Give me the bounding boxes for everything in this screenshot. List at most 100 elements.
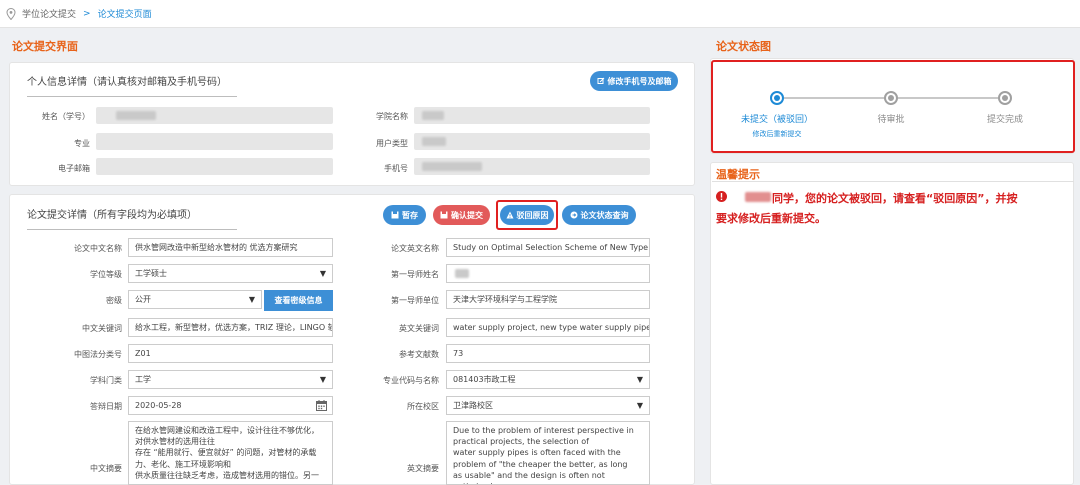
thesis-status-query-button[interactable]: 论文状态查询 — [562, 205, 636, 225]
thesis-title-cn-label: 论文中文名称 — [74, 244, 122, 253]
confirm-submit-button[interactable]: 确认提交 — [433, 205, 490, 225]
step-dot-pending — [884, 91, 898, 105]
step-sub-label: 修改后重新提交 — [752, 130, 802, 138]
major-code-select[interactable]: 081403市政工程 ▼ — [446, 370, 650, 389]
keywords-en-input[interactable]: water supply project, new type water sup… — [446, 318, 650, 337]
dropdown-arrow-icon: ▼ — [636, 375, 643, 384]
step-label-pending: 待审批 — [877, 115, 905, 125]
advisor-unit-label: 第一导师单位 — [391, 296, 439, 305]
keywords-cn-input[interactable]: 给水工程，新型管材，优选方案，TRIZ 理论，LINGO 软 — [128, 318, 333, 337]
tip-divider — [712, 181, 1074, 182]
campus-select[interactable]: 卫津路校区 ▼ — [446, 396, 650, 415]
reference-count-input[interactable]: 73 — [446, 344, 650, 363]
abstract-en-line: Due to the problem of interest perspecti… — [453, 426, 634, 435]
thesis-title-en-label: 论文英文名称 — [391, 244, 439, 253]
save-icon — [391, 211, 399, 219]
major-code-label: 专业代码与名称 — [383, 376, 439, 385]
secret-level-select[interactable]: 公开 ▼ — [128, 290, 262, 309]
tip-text-line1: 同学，您的论文被驳回，请查看“驳回原因”，并按 — [772, 192, 1018, 205]
status-highlight — [711, 60, 1075, 153]
status-section-title: 论文状态图 — [716, 40, 771, 53]
user-type-label: 用户类型 — [376, 139, 408, 148]
edit-phone-email-button[interactable]: 修改手机号及邮箱 — [590, 71, 678, 91]
dropdown-arrow-icon: ▼ — [248, 295, 255, 304]
abstract-cn-textarea[interactable]: 在给水管网建设和改造工程中，设计往往不够优化， 对供水管材的选用往往 存在 “能… — [128, 421, 333, 485]
thesis-status-query-label: 论文状态查询 — [580, 210, 629, 220]
school-label: 学院名称 — [376, 112, 408, 121]
abstract-en-line: problem of "the cheaper the better, as l… — [453, 459, 628, 469]
name-label: 姓名（学号） — [42, 112, 90, 121]
defense-date-label: 答辩日期 — [90, 402, 122, 411]
thesis-title-en-input[interactable]: Study on Optimal Selection Scheme of New… — [446, 238, 650, 257]
view-secret-level-info-button[interactable]: 查看密级信息 — [264, 290, 333, 311]
dropdown-arrow-icon: ▼ — [319, 269, 326, 278]
dropdown-arrow-icon: ▼ — [319, 375, 326, 384]
location-pin-icon — [6, 7, 16, 20]
major-code-value: 081403市政工程 — [453, 375, 516, 384]
breadcrumb-separator: > — [83, 8, 91, 19]
confirm-submit-label: 确认提交 — [451, 210, 483, 220]
abstract-cn-line: 对供水管材的选用往往 — [135, 437, 215, 447]
keywords-en-label: 英文关键词 — [399, 324, 439, 333]
abstract-cn-line: 在给水管网建设和改造工程中，设计往往不够优化， — [135, 426, 319, 435]
reject-reason-button[interactable]: 驳回原因 — [500, 205, 554, 225]
arrow-circle-icon — [570, 211, 577, 219]
breadcrumb: 学位论文提交 > 论文提交页面 — [0, 0, 1080, 28]
advisor-name-input[interactable] — [446, 264, 650, 283]
student-name-redacted — [745, 192, 771, 202]
thesis-submission-title: 论文提交详情（所有字段均为必填项） — [27, 206, 237, 230]
exclamation-circle-icon — [716, 191, 727, 202]
defense-date-input[interactable]: 2020-05-28 — [128, 396, 333, 415]
step-label-complete: 提交完成 — [986, 115, 1023, 125]
abstract-cn-line: 存在 “能用就行、便宜就好” 的问题，对管材的承载 — [135, 448, 317, 458]
keywords-cn-label: 中文关键词 — [82, 324, 122, 333]
abstract-cn-line: 力、老化、施工环境影响和 — [135, 459, 231, 469]
tip-title: 温馨提示 — [716, 168, 760, 181]
abstract-en-line: practical projects, the selection of — [453, 437, 589, 447]
phone-field — [414, 158, 650, 175]
abstract-cn-line: 供水质量往往缺乏考虑，造成管材选用的错位。另一 — [135, 470, 319, 480]
step-label-not-submitted: 未提交（被驳回） — [740, 115, 813, 125]
discipline-label: 学科门类 — [90, 376, 122, 385]
thesis-title-cn-input[interactable]: 供水管网改造中新型给水管材的 优选方案研究 — [128, 238, 333, 257]
degree-level-select[interactable]: 工学硕士 ▼ — [128, 264, 333, 283]
degree-level-label: 学位等级 — [90, 270, 122, 279]
discipline-select[interactable]: 工学 ▼ — [128, 370, 333, 389]
save-draft-label: 暂存 — [402, 210, 418, 220]
edit-icon — [597, 77, 604, 84]
save-draft-button[interactable]: 暂存 — [383, 205, 426, 225]
defense-date-value: 2020-05-28 — [135, 401, 182, 410]
save-icon — [440, 211, 448, 219]
calendar-icon[interactable] — [316, 400, 327, 411]
major-label: 专业 — [74, 139, 90, 148]
advisor-unit-input[interactable]: 天津大学环境科学与工程学院 — [446, 290, 650, 309]
left-section-title: 论文提交界面 — [12, 40, 78, 53]
abstract-en-textarea[interactable]: Due to the problem of interest perspecti… — [446, 421, 650, 485]
major-field — [96, 133, 333, 150]
school-field — [414, 107, 650, 124]
reject-reason-label: 驳回原因 — [516, 210, 549, 220]
phone-label: 手机号 — [384, 164, 408, 173]
discipline-value: 工学 — [135, 375, 151, 384]
reference-count-label: 参考文献数 — [399, 350, 439, 359]
breadcrumb-item-current-page: 论文提交页面 — [97, 10, 152, 20]
abstract-en-line: water supply pipes is often faced with t… — [453, 448, 621, 458]
clc-number-input[interactable]: Z01 — [128, 344, 333, 363]
advisor-name-label: 第一导师姓名 — [391, 270, 439, 279]
dropdown-arrow-icon: ▼ — [636, 401, 643, 410]
secret-level-value: 公开 — [135, 295, 151, 304]
email-label: 电子邮箱 — [58, 164, 90, 173]
breadcrumb-item-thesis-submission[interactable]: 学位论文提交 — [22, 7, 76, 20]
tip-text-line2: 要求修改后重新提交。 — [716, 212, 826, 225]
abstract-cn-label: 中文摘要 — [90, 464, 122, 473]
secret-level-label: 密级 — [106, 296, 122, 305]
email-field — [96, 158, 333, 175]
name-field — [96, 107, 333, 124]
warning-icon — [506, 211, 513, 219]
step-dot-complete — [998, 91, 1012, 105]
degree-level-value: 工学硕士 — [135, 269, 167, 278]
user-type-field — [414, 133, 650, 150]
campus-value: 卫津路校区 — [453, 401, 493, 410]
step-dot-not-submitted — [770, 91, 784, 105]
personal-info-title: 个人信息详情（请认真核对邮箱及手机号码） — [27, 73, 237, 97]
